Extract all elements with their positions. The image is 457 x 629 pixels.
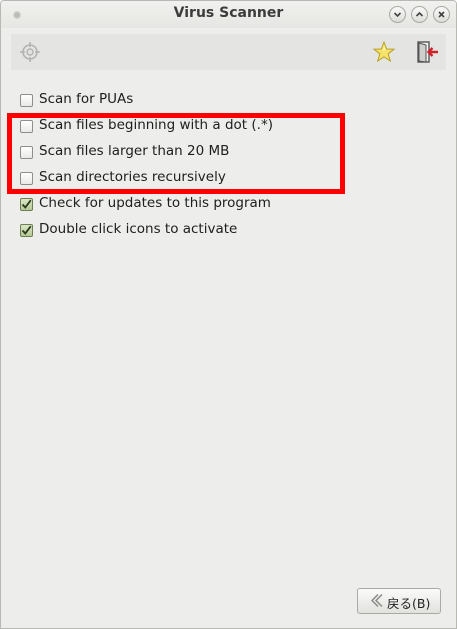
back-arrow-icon <box>370 593 383 608</box>
exit-door-icon <box>417 41 438 63</box>
highlight-box <box>7 113 345 194</box>
option-check-updates[interactable]: Check for updates to this program <box>18 195 318 215</box>
virus-scanner-window: Virus Scanner Scan for PUAs Scan files b… <box>0 0 457 629</box>
close-button[interactable] <box>433 6 450 23</box>
option-label: Check for updates to this program <box>39 195 271 211</box>
close-icon <box>438 11 445 18</box>
exit-button[interactable] <box>414 39 440 65</box>
chevron-down-icon <box>393 12 402 18</box>
double-click-checkbox[interactable] <box>20 224 33 237</box>
chevron-up-icon <box>415 11 424 17</box>
check-updates-checkbox[interactable] <box>20 198 33 211</box>
target-icon <box>20 42 40 62</box>
option-scan-puas[interactable]: Scan for PUAs <box>18 91 318 111</box>
back-button[interactable]: 戻る(B) <box>357 588 441 614</box>
option-label: Double click icons to activate <box>39 221 238 237</box>
checkmark-icon <box>21 225 32 235</box>
minimize-button[interactable] <box>389 6 406 23</box>
checkmark-icon <box>21 199 32 209</box>
star-icon <box>372 40 396 63</box>
favorite-button[interactable] <box>371 39 397 65</box>
window-title: Virus Scanner <box>173 5 284 21</box>
option-label: Scan for PUAs <box>39 91 134 107</box>
title-bar: Virus Scanner <box>1 1 456 28</box>
toolbar <box>11 34 446 70</box>
target-button[interactable] <box>17 39 43 65</box>
option-double-click[interactable]: Double click icons to activate <box>18 221 318 241</box>
maximize-button[interactable] <box>411 6 428 23</box>
scan-puas-checkbox[interactable] <box>20 94 33 107</box>
back-button-label: 戻る(B) <box>387 596 431 611</box>
